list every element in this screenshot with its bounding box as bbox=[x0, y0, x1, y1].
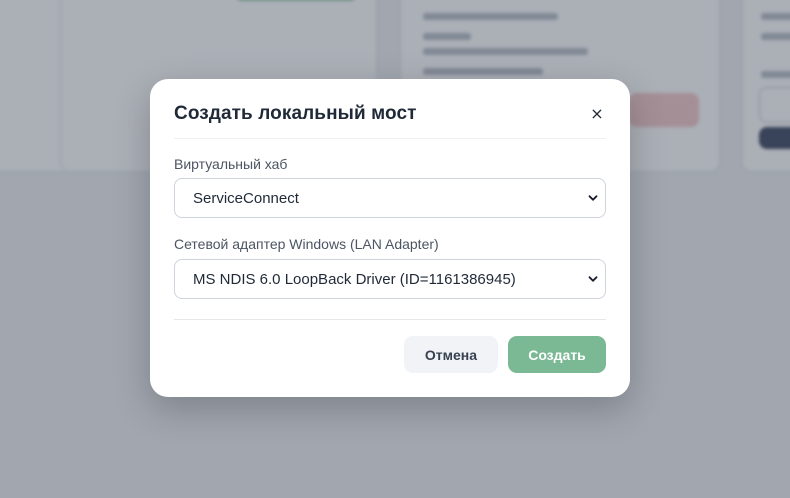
virtual-hub-select[interactable]: ServiceConnect bbox=[174, 178, 606, 218]
close-button[interactable]: × bbox=[588, 105, 606, 123]
network-adapter-select[interactable]: MS NDIS 6.0 LoopBack Driver (ID=11613869… bbox=[174, 259, 606, 299]
network-adapter-selected-value: MS NDIS 6.0 LoopBack Driver (ID=11613869… bbox=[193, 271, 516, 288]
close-icon: × bbox=[590, 104, 604, 123]
network-adapter-label: Сетевой адаптер Windows (LAN Adapter) bbox=[174, 236, 439, 252]
chevron-down-icon bbox=[588, 195, 598, 201]
create-button[interactable]: Создать bbox=[508, 336, 606, 373]
dialog-title: Создать локальный мост bbox=[174, 103, 417, 124]
cancel-button[interactable]: Отмена bbox=[404, 336, 498, 373]
virtual-hub-label: Виртуальный хаб bbox=[174, 156, 288, 172]
create-local-bridge-dialog: Создать локальный мост × Виртуальный хаб… bbox=[150, 79, 630, 397]
chevron-down-icon bbox=[588, 276, 598, 282]
dialog-header: Создать локальный мост × bbox=[174, 79, 606, 139]
footer-divider bbox=[174, 319, 606, 320]
virtual-hub-selected-value: ServiceConnect bbox=[193, 190, 299, 207]
